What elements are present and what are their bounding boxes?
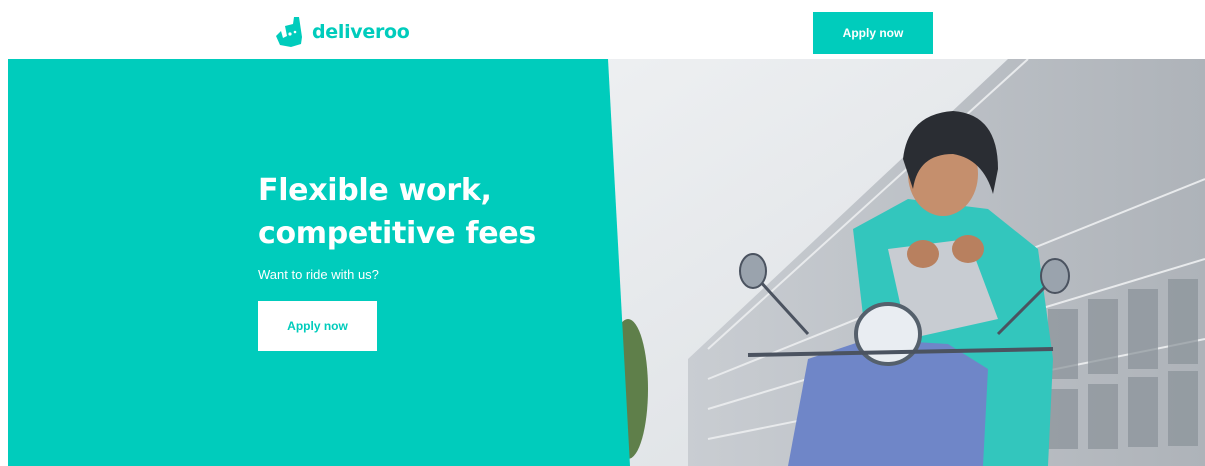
- header-apply-button[interactable]: Apply now: [813, 12, 933, 54]
- logo-wordmark: deliveroo: [312, 21, 410, 43]
- hero-apply-button[interactable]: Apply now: [258, 301, 377, 351]
- hero-content: Flexible work, competitive fees Want to …: [258, 169, 588, 351]
- hero-title: Flexible work, competitive fees: [258, 169, 588, 255]
- hero-title-line1: Flexible work,: [258, 173, 492, 208]
- hero-section: Flexible work, competitive fees Want to …: [8, 59, 1205, 466]
- hero-subtitle: Want to ride with us?: [258, 267, 379, 282]
- teal-panel: [8, 59, 630, 466]
- hero-title-line2: competitive fees: [258, 216, 536, 251]
- kangaroo-logo-icon: [276, 17, 302, 47]
- page: deliveroo Apply now Flexible work, compe…: [0, 0, 1205, 466]
- site-header: deliveroo Apply now: [0, 0, 1205, 59]
- deliveroo-logo[interactable]: deliveroo: [272, 14, 410, 50]
